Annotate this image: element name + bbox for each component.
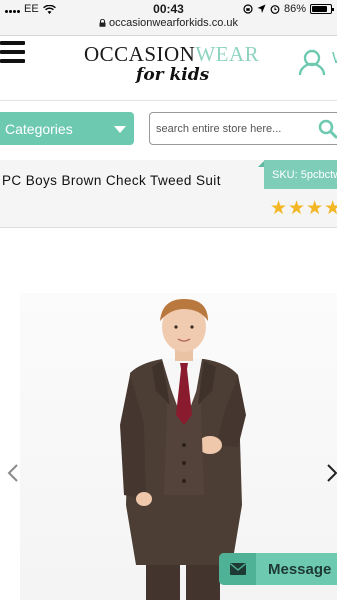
logo-wordmark: OCCASIONWEAR bbox=[84, 42, 260, 67]
product-title: PC Boys Brown Check Tweed Suit bbox=[2, 173, 221, 188]
hamburger-icon[interactable] bbox=[0, 41, 25, 63]
chevron-left-icon[interactable] bbox=[6, 463, 22, 483]
message-label: Message bbox=[268, 560, 332, 578]
battery-fill bbox=[312, 6, 328, 12]
cart-link-partial[interactable]: W bbox=[332, 50, 337, 68]
site-header: OCCASIONWEAR for kids W bbox=[0, 36, 337, 100]
lock-icon bbox=[99, 19, 106, 27]
rotation-lock-icon bbox=[243, 4, 253, 14]
location-icon bbox=[257, 4, 266, 13]
message-icon-wrap bbox=[219, 553, 256, 585]
alarm-icon bbox=[270, 5, 280, 14]
chevron-down-icon bbox=[114, 126, 126, 133]
url-text: occasionwearforkids.co.uk bbox=[108, 17, 238, 29]
star-icon: ★ bbox=[306, 198, 324, 219]
star-icon: ★ bbox=[324, 198, 337, 219]
address-bar[interactable]: occasionwearforkids.co.uk bbox=[0, 17, 337, 29]
user-icon[interactable] bbox=[298, 48, 326, 76]
rating-stars[interactable]: ★ ★ ★ ★ bbox=[270, 199, 337, 218]
logo-word-wear: WEAR bbox=[195, 42, 260, 66]
star-icon: ★ bbox=[288, 198, 306, 219]
status-right: 86% bbox=[243, 3, 334, 15]
logo-word-occasion: OCCASION bbox=[84, 42, 196, 66]
chevron-right-icon[interactable] bbox=[326, 463, 337, 483]
star-icon: ★ bbox=[270, 198, 288, 219]
envelope-icon bbox=[229, 563, 246, 575]
sku-badge: SKU: 5pcbctw bbox=[264, 160, 337, 189]
battery-icon bbox=[310, 4, 334, 14]
search-row: Categories bbox=[0, 100, 337, 155]
message-button[interactable]: Message bbox=[219, 553, 337, 585]
search-input[interactable] bbox=[149, 112, 337, 145]
categories-label: Categories bbox=[5, 120, 73, 137]
product-gallery[interactable] bbox=[0, 229, 337, 600]
browser-status-bar: EE 00:43 86% occasionwearforkids.co.uk bbox=[0, 0, 337, 36]
search-icon[interactable] bbox=[318, 119, 337, 139]
categories-dropdown[interactable]: Categories bbox=[0, 112, 134, 145]
logo-subtitle: for kids bbox=[136, 65, 210, 85]
site-logo[interactable]: OCCASIONWEAR for kids bbox=[84, 42, 260, 98]
battery-percent: 86% bbox=[283, 3, 306, 15]
